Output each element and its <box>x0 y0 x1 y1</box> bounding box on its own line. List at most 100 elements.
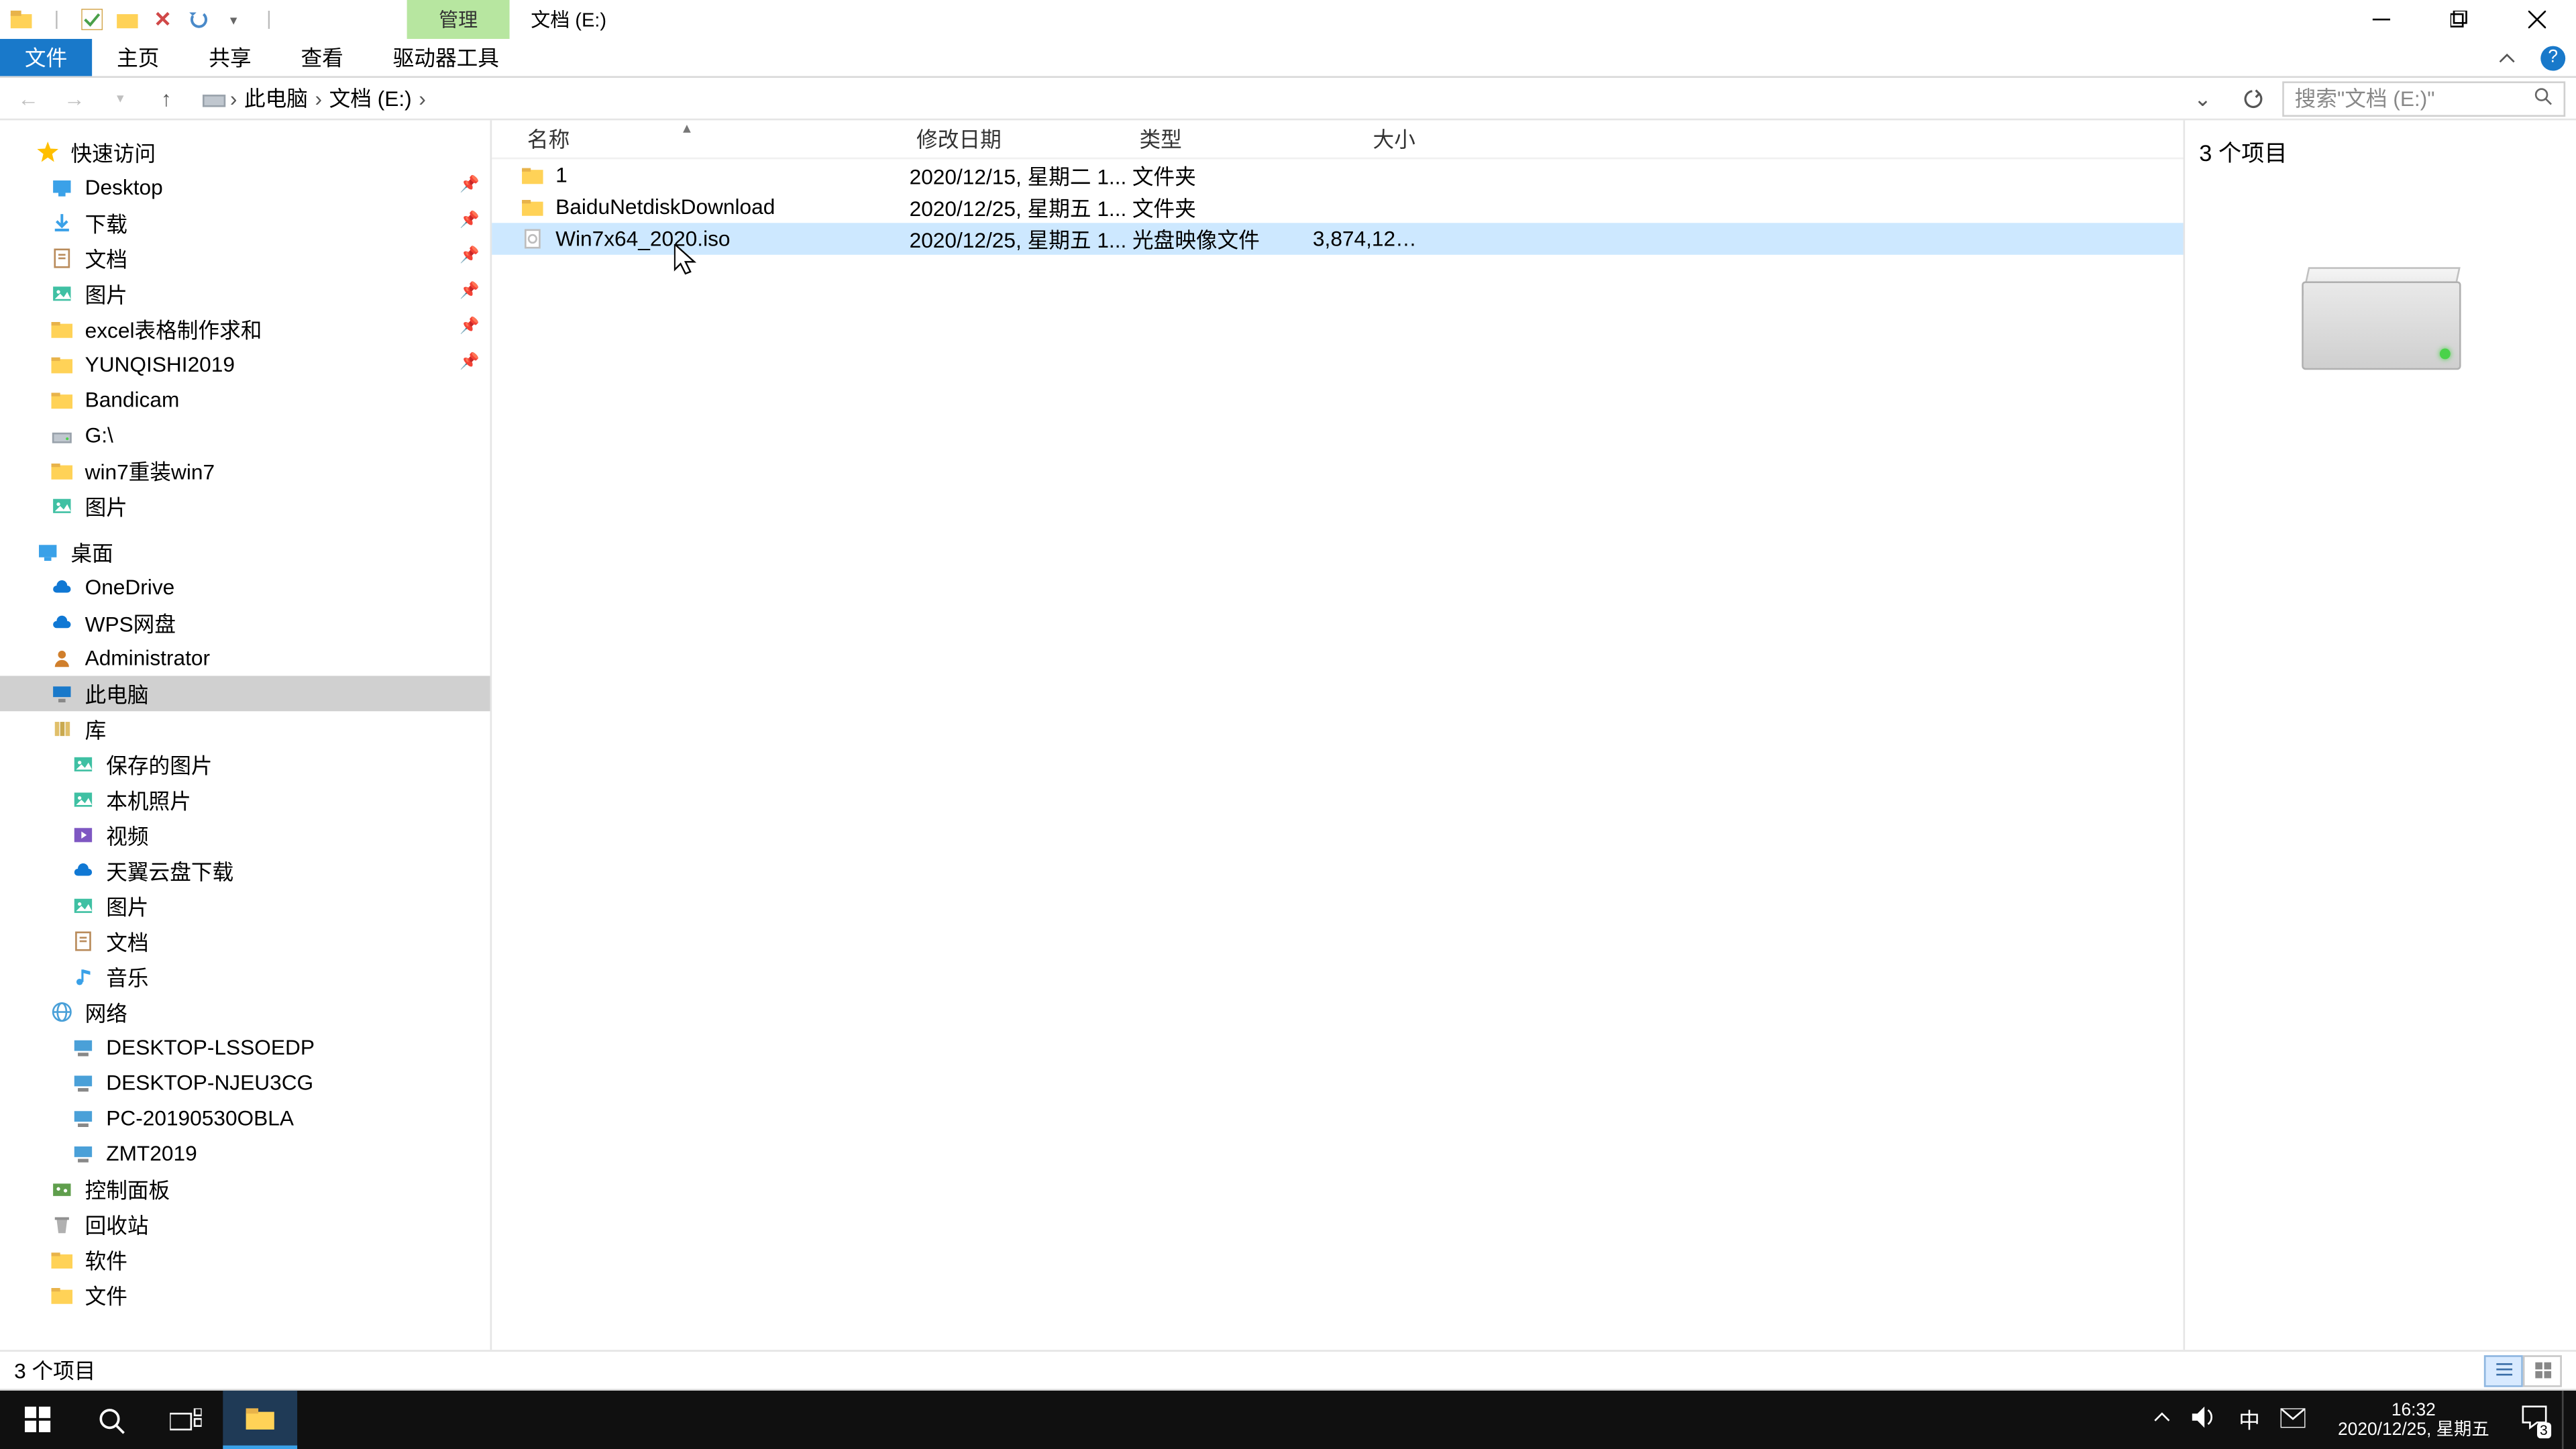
qat-undo-icon[interactable] <box>184 5 212 34</box>
folder-icon <box>50 317 74 341</box>
tree-item[interactable]: OneDrive <box>0 570 490 605</box>
tree-item[interactable]: 天翼云盘下载 <box>0 853 490 888</box>
back-button[interactable]: ← <box>11 80 46 116</box>
tree-item[interactable]: Bandicam <box>0 382 490 418</box>
tree-quick-access[interactable]: 快速访问 <box>0 134 490 170</box>
tab-view[interactable]: 查看 <box>276 39 368 76</box>
search-input[interactable]: 搜索"文档 (E:)" <box>2282 80 2565 116</box>
tree-item[interactable]: 软件 <box>0 1242 490 1277</box>
tree-item[interactable]: 文档📌 <box>0 241 490 276</box>
tree-label: 图片 <box>106 891 148 921</box>
ribbon-context-tab[interactable]: 管理 <box>407 0 510 39</box>
tree-label: 此电脑 <box>85 678 149 708</box>
col-type[interactable]: 类型 <box>1132 124 1313 154</box>
refresh-button[interactable] <box>2233 88 2271 109</box>
nav-tree[interactable]: 快速访问 Desktop📌下载📌文档📌图片📌excel表格制作求和📌YUNQIS… <box>0 120 492 1350</box>
task-explorer[interactable] <box>223 1391 297 1449</box>
tree-item[interactable]: WPS网盘 <box>0 605 490 641</box>
tab-home[interactable]: 主页 <box>92 39 184 76</box>
tree-item[interactable]: 库 <box>0 711 490 747</box>
tree-item[interactable]: Desktop📌 <box>0 170 490 205</box>
col-name[interactable]: 名称 <box>520 124 909 154</box>
tree-item[interactable]: YUNQISHI2019📌 <box>0 347 490 382</box>
body: 快速访问 Desktop📌下载📌文档📌图片📌excel表格制作求和📌YUNQIS… <box>0 120 2576 1350</box>
mail-icon[interactable] <box>2282 1407 2306 1432</box>
close-button[interactable] <box>2498 0 2576 39</box>
tree-item[interactable]: DESKTOP-NJEU3CG <box>0 1065 490 1101</box>
qat-properties-icon[interactable] <box>78 5 106 34</box>
recent-dropdown[interactable]: ▾ <box>103 80 138 116</box>
volume-icon[interactable] <box>2193 1407 2218 1434</box>
tree-item[interactable]: PC-20190530OBLA <box>0 1100 490 1136</box>
tree-label: WPS网盘 <box>85 608 176 638</box>
window-controls <box>2343 0 2576 39</box>
tab-drive-tools[interactable]: 驱动器工具 <box>368 39 524 76</box>
qat-new-folder-icon[interactable] <box>113 5 142 34</box>
breadcrumb[interactable]: 此电脑 <box>241 83 312 113</box>
tree-item[interactable]: ZMT2019 <box>0 1136 490 1171</box>
tree-item[interactable]: 音乐 <box>0 959 490 994</box>
tree-item[interactable]: 图片 <box>0 488 490 524</box>
show-desktop-button[interactable] <box>2562 1391 2576 1449</box>
col-date[interactable]: 修改日期 <box>910 124 1132 154</box>
tree-item[interactable]: G:\ <box>0 417 490 453</box>
file-row[interactable]: BaiduNetdiskDownload 2020/12/25, 星期五 1..… <box>492 191 2183 223</box>
tree-item[interactable]: 图片📌 <box>0 276 490 311</box>
tree-item[interactable]: 本机照片 <box>0 782 490 818</box>
tree-label: 本机照片 <box>106 785 191 815</box>
tree-item[interactable]: 文档 <box>0 924 490 959</box>
pic-icon <box>70 752 95 777</box>
tree-item[interactable]: 文件 <box>0 1277 490 1313</box>
qat-delete-icon[interactable]: ✕ <box>149 5 177 34</box>
user-icon <box>50 646 74 671</box>
breadcrumb[interactable]: 文档 (E:) <box>325 83 415 113</box>
view-details-button[interactable] <box>2484 1354 2523 1386</box>
view-icons-button[interactable] <box>2523 1354 2562 1386</box>
action-center-icon[interactable]: 3 <box>2521 1405 2548 1435</box>
tree-item[interactable]: 保存的图片 <box>0 747 490 782</box>
tree-item[interactable]: 视频 <box>0 817 490 853</box>
search-button[interactable] <box>74 1391 149 1449</box>
maximize-button[interactable] <box>2420 0 2498 39</box>
qat-divider: | <box>255 5 283 34</box>
help-icon: ? <box>2540 45 2565 70</box>
tree-item[interactable]: 下载📌 <box>0 205 490 241</box>
ribbon-context-label: 管理 <box>439 5 478 34</box>
pin-icon: 📌 <box>460 352 480 372</box>
qat-dropdown-icon[interactable]: ▾ <box>219 5 248 34</box>
tab-share[interactable]: 共享 <box>184 39 276 76</box>
tree-item[interactable]: 回收站 <box>0 1207 490 1242</box>
tree-item[interactable]: 此电脑 <box>0 676 490 711</box>
sort-indicator-icon: ▴ <box>683 119 691 138</box>
tree-item[interactable]: 控制面板 <box>0 1171 490 1207</box>
ime-indicator[interactable]: 中 <box>2239 1405 2260 1435</box>
file-row[interactable]: Win7x64_2020.iso 2020/12/25, 星期五 1... 光盘… <box>492 223 2183 254</box>
minimize-button[interactable] <box>2343 0 2420 39</box>
tree-item[interactable]: win7重装win7 <box>0 453 490 488</box>
breadcrumb-sep: › <box>227 86 241 111</box>
ribbon-collapse-icon[interactable] <box>2484 39 2530 76</box>
tray-overflow-icon[interactable] <box>2154 1408 2171 1431</box>
tree-item[interactable]: DESKTOP-LSSOEDP <box>0 1030 490 1065</box>
up-button[interactable]: ↑ <box>149 80 184 116</box>
file-row[interactable]: 1 2020/12/15, 星期二 1... 文件夹 <box>492 159 2183 191</box>
tree-item[interactable]: 图片 <box>0 888 490 924</box>
search-icon[interactable] <box>2534 86 2553 111</box>
clock[interactable]: 16:32 2020/12/25, 星期五 <box>2327 1400 2500 1439</box>
address-bar[interactable]: › 此电脑 › 文档 (E:) › ⌄ <box>195 80 2222 116</box>
col-size[interactable]: 大小 <box>1313 124 1423 154</box>
help-button[interactable]: ? <box>2530 39 2576 76</box>
address-history-dropdown[interactable]: ⌄ <box>2190 86 2215 111</box>
tree-item[interactable]: excel表格制作求和📌 <box>0 311 490 347</box>
tree-item[interactable]: 网络 <box>0 994 490 1030</box>
taskbar: 中 16:32 2020/12/25, 星期五 3 <box>0 1391 2576 1449</box>
tree-item[interactable]: Administrator <box>0 641 490 676</box>
tree-desktop-root[interactable]: 桌面 <box>0 534 490 570</box>
file-list[interactable]: ▴ 名称 修改日期 类型 大小 1 2020/12/15, 星期二 1... 文… <box>492 120 2183 1350</box>
column-headers[interactable]: ▴ 名称 修改日期 类型 大小 <box>492 120 2183 159</box>
start-button[interactable] <box>0 1391 74 1449</box>
forward-button[interactable]: → <box>56 80 92 116</box>
tab-file[interactable]: 文件 <box>0 39 92 76</box>
tree-label: PC-20190530OBLA <box>106 1106 294 1130</box>
task-view-button[interactable] <box>149 1391 223 1449</box>
